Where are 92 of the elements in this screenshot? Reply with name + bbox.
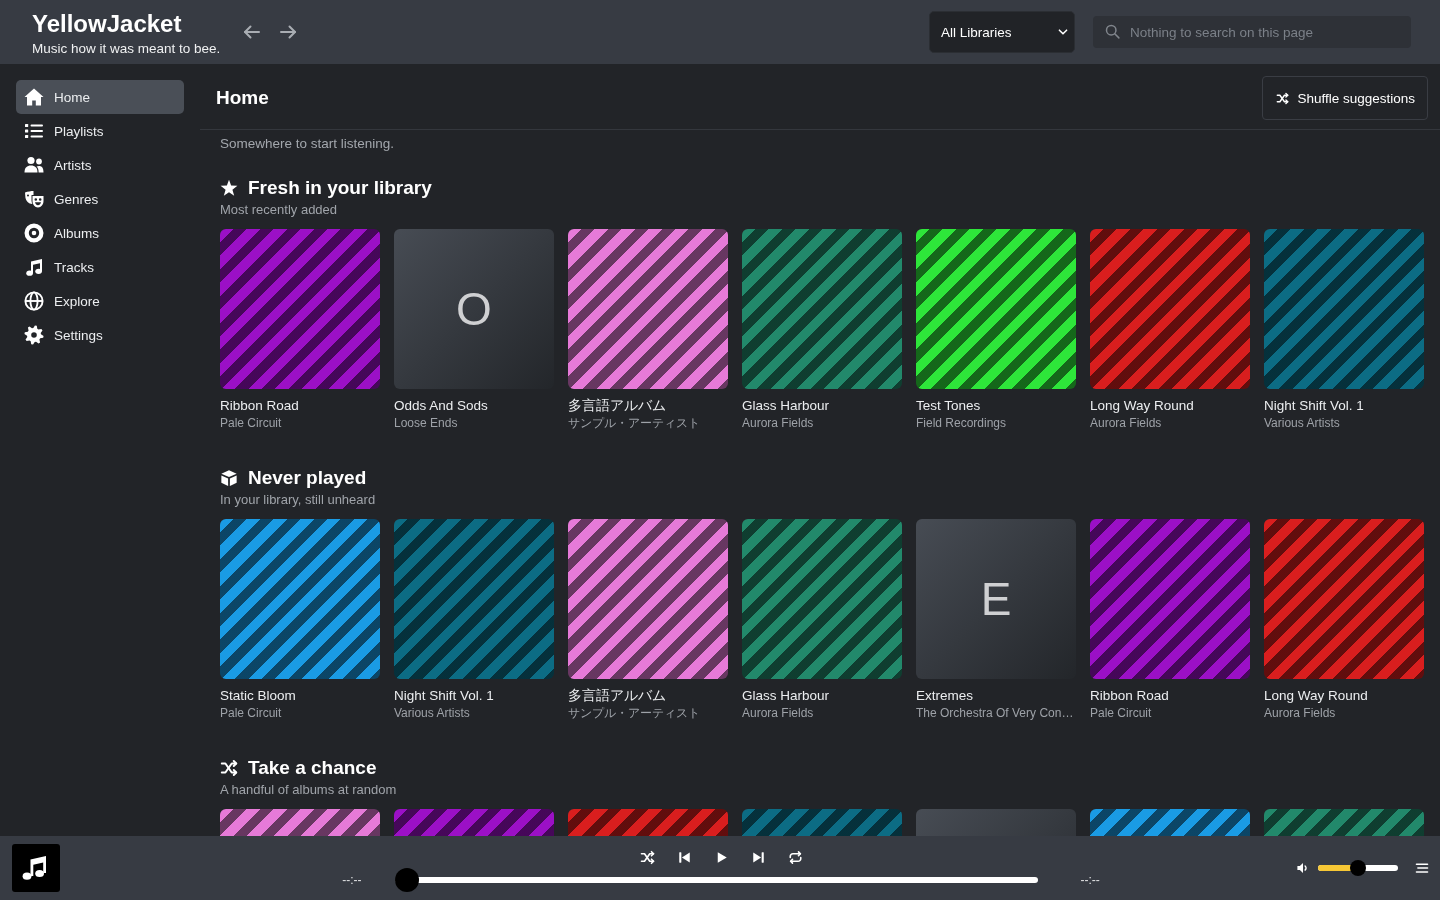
star-icon — [220, 179, 238, 197]
seek-thumb[interactable] — [394, 867, 419, 892]
list-icon — [24, 121, 44, 141]
album-artist[interactable]: Pale Circuit — [220, 705, 282, 721]
album-artist[interactable]: Pale Circuit — [220, 415, 282, 431]
box-icon — [220, 469, 238, 487]
striped-album-cover[interactable] — [394, 519, 554, 679]
letter-album-cover[interactable]: E — [916, 519, 1076, 679]
volume-thumb[interactable] — [1350, 860, 1366, 876]
library-select[interactable]: All Libraries — [929, 11, 1075, 53]
page-title: Home — [216, 87, 269, 109]
album-artist[interactable]: サンプル・アーティスト — [568, 705, 700, 721]
section-subtitle: Most recently added — [220, 202, 338, 218]
section-title: Never played — [248, 467, 367, 489]
globe-icon — [24, 291, 44, 311]
striped-album-cover[interactable] — [1264, 519, 1424, 679]
album-title[interactable]: Long Way Round — [1090, 397, 1194, 415]
album-title[interactable]: Static Bloom — [220, 687, 296, 705]
remaining-time: --:-- — [1080, 872, 1100, 887]
album-artist[interactable]: The Orchestra Of Very Con… — [916, 705, 1074, 721]
sidebar-item[interactable]: Explore — [16, 284, 184, 318]
striped-album-cover[interactable] — [916, 229, 1076, 389]
page-intro: Somewhere to start listening. — [220, 135, 395, 153]
sidebar-item[interactable]: Settings — [16, 318, 184, 352]
album-title[interactable]: Extremes — [916, 687, 973, 705]
seek-slider[interactable] — [394, 867, 1038, 892]
elapsed-time: --:-- — [342, 872, 362, 887]
album-title[interactable]: Glass Harbour — [742, 687, 830, 705]
album-artist[interactable]: Various Artists — [1264, 415, 1340, 431]
album-title[interactable]: Ribbon Road — [220, 397, 299, 415]
sidebar-item[interactable]: Home — [16, 80, 184, 114]
album-title[interactable]: Night Shift Vol. 1 — [1264, 397, 1364, 415]
striped-album-cover[interactable] — [1090, 519, 1250, 679]
forward-button[interactable] — [278, 22, 299, 42]
album-title[interactable]: Night Shift Vol. 1 — [394, 687, 494, 705]
striped-album-cover[interactable] — [568, 519, 728, 679]
arrow-left-icon — [242, 22, 263, 42]
sidebar-item[interactable]: Tracks — [16, 250, 184, 284]
album-title[interactable]: 多言語アルバム — [568, 687, 666, 705]
album-artist[interactable]: Pale Circuit — [1090, 705, 1152, 721]
striped-album-cover[interactable] — [1264, 229, 1424, 389]
sidebar-item[interactable]: Genres — [16, 182, 184, 216]
album-title[interactable]: Glass Harbour — [742, 397, 830, 415]
menu-icon — [1415, 861, 1429, 875]
volume-icon — [1296, 861, 1310, 875]
album-artist[interactable]: Aurora Fields — [742, 705, 814, 721]
section-subtitle: In your library, still unheard — [220, 492, 376, 508]
album-title[interactable]: Ribbon Road — [1090, 687, 1169, 705]
app-tagline: Music how it was meant to bee. — [32, 41, 221, 57]
album-title[interactable]: Odds And Sods — [394, 397, 488, 415]
shuffle-icon — [220, 759, 238, 777]
striped-album-cover[interactable] — [1090, 229, 1250, 389]
album-artist[interactable]: Aurora Fields — [1090, 415, 1162, 431]
shuffle-suggestions-button[interactable]: Shuffle suggestions — [1262, 76, 1428, 120]
album-artist[interactable]: Loose Ends — [394, 415, 458, 431]
shuffle-icon — [1276, 91, 1290, 105]
album-artist[interactable]: Aurora Fields — [742, 415, 814, 431]
back-button[interactable] — [242, 22, 263, 42]
shuffle-icon — [639, 850, 655, 865]
section-title: Fresh in your library — [248, 177, 432, 199]
music-note-icon — [12, 844, 60, 892]
album-artist[interactable]: Aurora Fields — [1264, 705, 1336, 721]
app-logo: YellowJacket — [32, 10, 182, 38]
striped-album-cover[interactable] — [742, 229, 902, 389]
album-artist[interactable]: サンプル・アーティスト — [568, 415, 700, 431]
striped-album-cover[interactable] — [742, 519, 902, 679]
section-subtitle: A handful of albums at random — [220, 782, 397, 798]
album-artist[interactable]: Various Artists — [394, 705, 470, 721]
striped-album-cover[interactable] — [220, 229, 380, 389]
masks-icon — [24, 189, 44, 209]
section-title: Take a chance — [248, 757, 377, 779]
volume-slider[interactable] — [1318, 860, 1398, 876]
striped-album-cover[interactable] — [220, 519, 380, 679]
letter-album-cover[interactable]: O — [394, 229, 554, 389]
search-icon — [1105, 24, 1120, 39]
album-title[interactable]: 多言語アルバム — [568, 397, 666, 415]
next-icon — [750, 850, 766, 865]
striped-album-cover[interactable] — [568, 229, 728, 389]
previous-icon — [676, 850, 692, 865]
users-icon — [24, 155, 44, 175]
home-icon — [24, 87, 44, 107]
music-note-icon — [24, 257, 44, 277]
sidebar-item[interactable]: Albums — [16, 216, 184, 250]
arrow-right-icon — [278, 22, 299, 42]
sidebar-item[interactable]: Playlists — [16, 114, 184, 148]
album-title[interactable]: Long Way Round — [1264, 687, 1368, 705]
search-field[interactable]: Nothing to search on this page — [1093, 16, 1411, 48]
album-artist[interactable]: Field Recordings — [916, 415, 1007, 431]
repeat-icon — [787, 850, 803, 865]
album-title[interactable]: Test Tones — [916, 397, 981, 415]
sidebar-item[interactable]: Artists — [16, 148, 184, 182]
gear-icon — [24, 325, 44, 345]
